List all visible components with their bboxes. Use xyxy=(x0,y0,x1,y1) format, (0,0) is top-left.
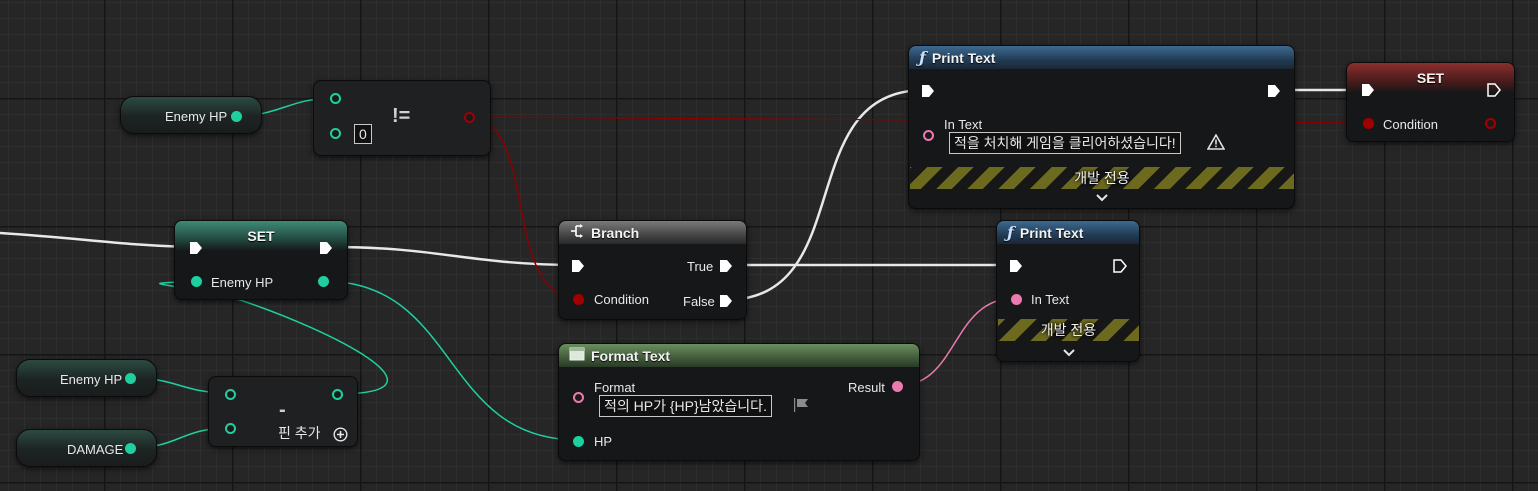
false-label: False xyxy=(683,294,715,309)
exec-in-pin[interactable] xyxy=(1361,83,1375,97)
in-text-label: In Text xyxy=(944,117,983,132)
format-label: Format xyxy=(594,380,636,395)
condition-pin[interactable] xyxy=(573,294,584,305)
result-label: Result xyxy=(848,380,885,395)
enemy-hp-input-pin[interactable] xyxy=(191,276,202,287)
output-pin[interactable] xyxy=(332,389,343,400)
node-header: Branch xyxy=(559,221,746,244)
input-pin-b[interactable] xyxy=(225,423,236,434)
print-text-node[interactable]: ƒ Print Text In Text 적을 처치해 게임을 클리어하셨습니다… xyxy=(908,45,1295,209)
true-label: True xyxy=(687,259,714,274)
in-text-label: In Text xyxy=(1031,292,1070,307)
branch-icon xyxy=(569,223,585,242)
node-title: Print Text xyxy=(931,49,996,66)
add-pin-label[interactable]: 핀 추가 xyxy=(278,426,321,441)
branch-node[interactable]: Branch True Condition False xyxy=(558,220,747,320)
flag-icon[interactable] xyxy=(793,397,811,418)
function-icon: ƒ xyxy=(1007,223,1014,242)
node-title: Print Text xyxy=(1019,224,1084,241)
hp-pin[interactable] xyxy=(573,436,584,447)
node-title: SET xyxy=(1416,70,1445,86)
get-enemy-hp-node[interactable]: Enemy HP xyxy=(16,359,157,397)
exec-out-pin[interactable] xyxy=(319,241,333,255)
exec-in-pin[interactable] xyxy=(571,259,585,273)
condition-input-pin[interactable] xyxy=(1363,118,1374,129)
false-exec-pin[interactable] xyxy=(719,294,733,308)
exec-wire xyxy=(724,88,926,302)
development-only-label: 개발 전용 xyxy=(1074,170,1130,186)
exec-out-pin[interactable] xyxy=(1267,84,1281,98)
exec-wire xyxy=(0,231,189,249)
enemy-hp-label: Enemy HP xyxy=(211,275,274,290)
format-pin[interactable] xyxy=(573,392,584,403)
node-header: ƒ Print Text xyxy=(997,221,1139,244)
node-title: Branch xyxy=(591,224,640,241)
node-title: SET xyxy=(247,228,275,244)
not-equal-node[interactable]: 0 != xyxy=(313,80,491,156)
operator-symbol: - xyxy=(279,399,286,421)
format-icon xyxy=(569,347,585,364)
format-field[interactable]: 적의 HP가 {HP}남았습니다. xyxy=(599,395,772,417)
output-pin[interactable] xyxy=(125,373,136,384)
hp-label: HP xyxy=(594,434,613,449)
development-only-label: 개발 전용 xyxy=(1040,322,1097,338)
warning-icon xyxy=(1206,133,1226,155)
exec-in-pin[interactable] xyxy=(189,241,203,255)
exec-in-pin[interactable] xyxy=(921,84,935,98)
condition-label: Condition xyxy=(594,292,649,307)
development-only-banner: 개발 전용 xyxy=(910,167,1294,189)
chevron-down-icon[interactable] xyxy=(1063,346,1075,360)
exec-in-pin[interactable] xyxy=(1009,259,1023,273)
result-pin[interactable] xyxy=(892,381,903,392)
int-wire xyxy=(322,280,579,441)
in-text-pin[interactable] xyxy=(1011,294,1022,305)
in-text-pin[interactable] xyxy=(923,130,934,141)
get-enemy-hp-node[interactable]: Enemy HP xyxy=(120,96,262,134)
set-enemy-hp-node[interactable]: SET Enemy HP xyxy=(174,220,348,300)
variable-label: Enemy HP xyxy=(165,109,228,124)
subtract-node[interactable]: - 핀 추가 xyxy=(208,376,358,447)
output-pin[interactable] xyxy=(464,112,475,123)
variable-label: Enemy HP xyxy=(60,372,123,387)
exec-out-pin[interactable] xyxy=(1113,259,1127,273)
add-pin-icon[interactable] xyxy=(333,427,348,447)
variable-label: DAMAGE xyxy=(67,442,124,457)
output-pin[interactable] xyxy=(231,111,242,122)
print-text-node[interactable]: ƒ Print Text In Text 개발 전용 xyxy=(996,220,1140,362)
development-only-banner: 개발 전용 xyxy=(998,319,1139,341)
node-title: Format Text xyxy=(591,347,671,364)
enemy-hp-output-pin[interactable] xyxy=(318,276,329,287)
function-icon: ƒ xyxy=(919,48,926,67)
b-value-field[interactable]: 0 xyxy=(354,124,372,144)
get-damage-node[interactable]: DAMAGE xyxy=(16,429,157,467)
format-text-node[interactable]: Format Text Format 적의 HP가 {HP}남았습니다. Res… xyxy=(558,343,920,461)
condition-output-pin[interactable] xyxy=(1485,118,1496,129)
input-pin-a[interactable] xyxy=(330,93,341,104)
input-pin-b[interactable] xyxy=(330,128,341,139)
exec-wire xyxy=(331,245,579,267)
input-pin-a[interactable] xyxy=(225,389,236,400)
in-text-field[interactable]: 적을 처치해 게임을 클리어하셨습니다! xyxy=(949,132,1181,154)
output-pin[interactable] xyxy=(125,443,136,454)
exec-out-pin[interactable] xyxy=(1487,83,1501,97)
operator-symbol: != xyxy=(392,105,411,127)
chevron-down-icon[interactable] xyxy=(1096,191,1108,205)
node-header: Format Text xyxy=(559,344,919,367)
condition-label: Condition xyxy=(1383,117,1438,132)
node-header: ƒ Print Text xyxy=(909,46,1294,69)
set-condition-node[interactable]: SET Condition xyxy=(1346,62,1515,142)
true-exec-pin[interactable] xyxy=(719,259,733,273)
